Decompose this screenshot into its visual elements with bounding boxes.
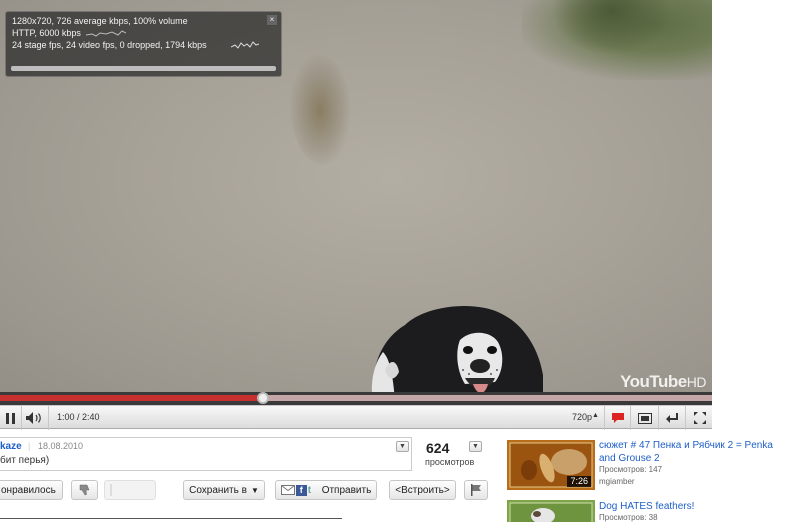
progress-loaded (263, 395, 712, 401)
caret-up-icon: ▲ (592, 412, 599, 419)
player-control-bar: 1:00 / 2:40 720p▲ (0, 405, 712, 430)
expand-info-chevron-icon[interactable]: ▼ (396, 441, 409, 452)
popout-button[interactable] (632, 406, 659, 430)
fullscreen-button[interactable] (687, 406, 712, 430)
bandwidth-graph-icon (231, 41, 259, 49)
flag-button[interactable] (464, 480, 488, 500)
related-title-2[interactable]: Dog HATES feathers! (599, 500, 779, 513)
related-thumbnail-2[interactable] (507, 500, 595, 522)
return-arrow-icon (666, 412, 678, 423)
rating-bar (104, 480, 156, 500)
stats-close-icon[interactable]: × (267, 15, 277, 25)
expand-button[interactable] (660, 406, 686, 430)
stats-buffer-bar (11, 66, 276, 71)
flag-icon (471, 484, 481, 496)
time-display: 1:00 / 2:40 (57, 412, 100, 422)
volume-button[interactable] (22, 406, 49, 430)
fullscreen-icon (693, 412, 706, 424)
embed-button[interactable]: <Встроить> (389, 480, 456, 500)
video-duration: 7:26 (567, 476, 591, 487)
youtube-hd-watermark: YouTubeHD (620, 372, 706, 391)
video-frame[interactable]: 1280x720, 726 average kbps, 100% volume … (0, 0, 712, 392)
popout-window-icon (638, 412, 652, 424)
save-to-button[interactable]: Сохранить в ▼ (183, 480, 265, 500)
twitter-icon: t (307, 484, 312, 496)
quality-selector[interactable]: 720p▲ (572, 412, 599, 422)
pause-button[interactable] (0, 406, 22, 430)
ground-stain (290, 55, 350, 165)
stats-overlay: 1280x720, 726 average kbps, 100% volume … (5, 11, 282, 77)
related-views-2: Просмотров: 38 (599, 513, 658, 522)
youtube-watch-page: 1280x720, 726 average kbps, 100% volume … (0, 0, 800, 522)
related-thumbnail-image (507, 500, 595, 522)
related-title-1[interactable]: сюжет # 47 Пенка и Рябчик 2 = Penka and … (599, 439, 779, 465)
uploader-link[interactable]: kaze (0, 441, 22, 452)
dog-image (371, 306, 543, 392)
stats-line-1: 1280x720, 726 average kbps, 100% volume (12, 16, 188, 26)
thumbs-down-icon (79, 484, 89, 496)
share-button[interactable]: f t Отправить (275, 480, 377, 500)
comment-box-edge (0, 518, 342, 522)
stats-expand-chevron-icon[interactable]: ▼ (469, 441, 482, 452)
view-count: 624 (426, 440, 450, 456)
grass-area-dark (552, 0, 672, 55)
related-views-1: Просмотров: 147 (599, 465, 663, 474)
dropdown-arrow-icon: ▼ (250, 485, 259, 495)
speech-bubble-icon (611, 413, 624, 423)
upload-date: 18.08.2010 (38, 441, 84, 451)
dislike-button[interactable] (71, 480, 98, 500)
view-count-label: просмотров (425, 457, 475, 467)
bandwidth-sparkline-icon (86, 30, 126, 37)
separator: | (28, 441, 31, 451)
like-button[interactable]: онравилось (0, 480, 63, 500)
email-icon (280, 485, 295, 495)
progress-bar[interactable] (0, 392, 712, 405)
pause-icon (6, 412, 15, 424)
facebook-icon: f (295, 484, 307, 496)
video-title-fragment: бит перья) (0, 455, 50, 466)
speaker-icon (26, 412, 41, 424)
progress-scrubber-handle[interactable] (257, 392, 269, 404)
related-thumbnail-1[interactable]: 7:26 (507, 440, 595, 490)
annotations-button[interactable] (604, 406, 631, 430)
related-author-1[interactable]: mgiamber (599, 477, 635, 486)
progress-played (0, 395, 263, 401)
